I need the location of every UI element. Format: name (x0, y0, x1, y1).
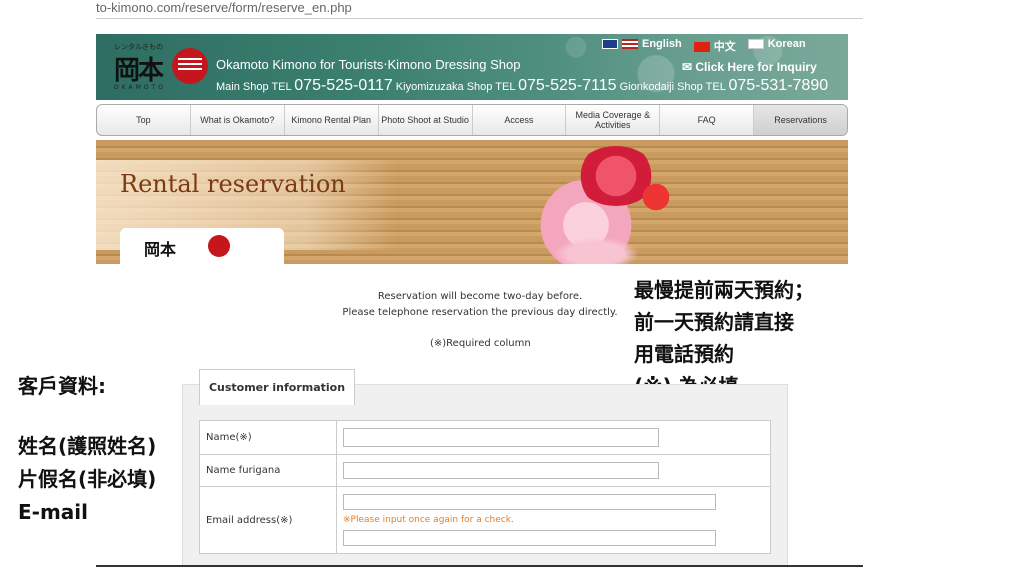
name-input[interactable] (343, 428, 659, 447)
annotation-left: 客戶資料: 姓名(護照姓名) 片假名(非必填) E-mail (18, 370, 156, 529)
nav-item-what-is-okamoto[interactable]: What is Okamoto? (191, 105, 285, 135)
page-banner: Rental reservation 岡本 (96, 140, 848, 264)
main-shop-label: Main Shop TEL (216, 81, 292, 93)
main-nav: Top What is Okamoto? Kimono Rental Plan … (96, 104, 848, 136)
annotation-right-line: 最慢提前兩天預約； (634, 278, 814, 302)
lang-chinese-link[interactable]: 中文 (693, 38, 736, 54)
uk-flag-icon (602, 39, 618, 50)
taiwan-flag-icon (693, 42, 710, 53)
furigana-input[interactable] (343, 462, 659, 479)
gionkodaiji-shop-label: Gionkodaiji Shop TEL (619, 81, 726, 93)
email-confirm-input[interactable] (343, 530, 716, 546)
annotation-right: 最慢提前兩天預約； 前一天預約請直接 用電話預約 (※) 為必填 (634, 274, 814, 402)
furigana-label: Name furigana (200, 455, 337, 486)
us-flag-icon (622, 39, 638, 50)
address-bar-divider (96, 18, 863, 19)
lang-english-link[interactable]: English (602, 38, 682, 54)
lang-chinese-label: 中文 (713, 41, 736, 53)
banner-fan-icon (208, 235, 230, 257)
customer-form-table: Name(※) Name furigana Email address(※) ※… (199, 420, 771, 554)
banner-logo-kanji: 岡本 (144, 240, 177, 259)
logo-kanji[interactable]: 岡本 (114, 50, 164, 87)
nav-item-faq[interactable]: FAQ (660, 105, 755, 135)
nav-item-kimono-rental-plan[interactable]: Kimono Rental Plan (285, 105, 379, 135)
main-shop-tel: 075-525-0117 (294, 77, 393, 94)
page-title: Rental reservation (120, 170, 346, 198)
annotation-left-item: E-mail (18, 500, 89, 524)
customer-info-tab: Customer information (199, 369, 355, 405)
nav-item-top[interactable]: Top (97, 105, 191, 135)
furigana-cell (337, 455, 770, 486)
required-note: (※)Required column (430, 338, 531, 349)
email-cell: ※Please input once again for a check. (337, 487, 770, 553)
notice-line-2: Please telephone reservation the previou… (342, 307, 618, 318)
address-bar-url[interactable]: to-kimono.com/reserve/form/reserve_en.ph… (96, 0, 352, 15)
annotation-left-title: 客戶資料: (18, 374, 106, 398)
reservation-notice: Reservation will become two-day before. … (330, 289, 630, 321)
kiyomizuzaka-shop-label: Kiyomizuzaka Shop TEL (395, 81, 516, 93)
inquiry-link[interactable]: ✉ Click Here for Inquiry (682, 60, 817, 74)
form-row-email: Email address(※) ※Please input once agai… (200, 487, 770, 553)
logo-romaji: OKAMOTO (114, 84, 166, 91)
annotation-left-item: 姓名(護照姓名) (18, 434, 157, 458)
lang-english-label: English (642, 38, 682, 50)
fan-logo-icon (172, 48, 208, 84)
form-row-name: Name(※) (200, 421, 770, 455)
annotation-left-item: 片假名(非必填) (18, 467, 157, 491)
shop-name: Okamoto Kimono for Tourists‧Kimono Dress… (216, 57, 521, 72)
annotation-right-line: 用電話預約 (634, 342, 734, 366)
site-header: レンタルきもの 岡本 OKAMOTO Okamoto Kimono for To… (96, 34, 848, 100)
email-input[interactable] (343, 494, 716, 510)
nav-item-access[interactable]: Access (473, 105, 567, 135)
language-switcher: English 中文 Korean (602, 38, 806, 54)
nav-item-photo-shoot[interactable]: Photo Shoot at Studio (379, 105, 473, 135)
shop-phone-numbers: Main Shop TEL 075-525-0117 Kiyomizuzaka … (216, 77, 828, 95)
notice-line-1: Reservation will become two-day before. (377, 291, 583, 302)
flower-decoration (636, 180, 676, 214)
nav-item-reservations[interactable]: Reservations (754, 105, 847, 135)
lang-korean-link[interactable]: Korean (747, 38, 806, 54)
annotation-right-line: 前一天預約請直接 (634, 310, 794, 334)
kiyomizuzaka-shop-tel: 075-525-7115 (518, 77, 617, 94)
banner-logo: 岡本 (120, 228, 284, 264)
form-row-furigana: Name furigana (200, 455, 770, 487)
annotation-spacer (18, 403, 156, 430)
name-label: Name(※) (200, 421, 337, 454)
korea-flag-icon (747, 39, 764, 50)
gionkodaiji-shop-tel: 075-531-7890 (728, 77, 829, 94)
lang-korean-label: Korean (767, 38, 806, 50)
email-confirm-hint: ※Please input once again for a check. (343, 515, 514, 525)
name-cell (337, 421, 770, 454)
nav-item-media-coverage[interactable]: Media Coverage & Activities (566, 105, 661, 135)
email-label: Email address(※) (200, 487, 337, 553)
